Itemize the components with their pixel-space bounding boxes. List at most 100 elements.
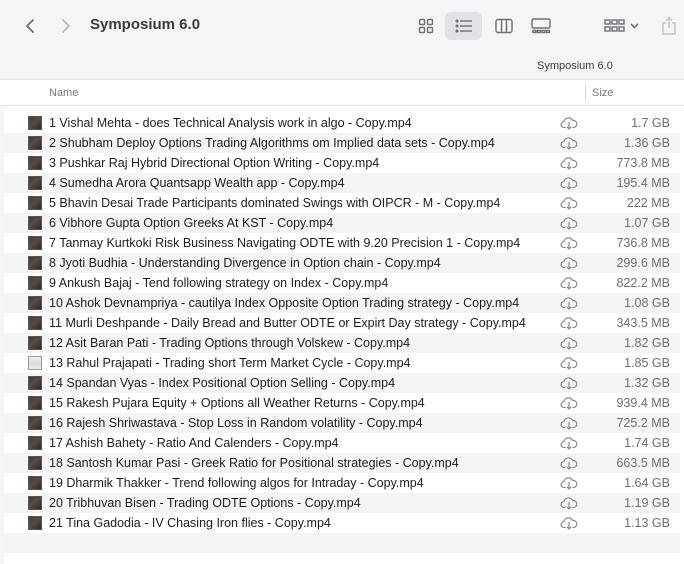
file-row[interactable]: 1 Vishal Mehta - does Technical Analysis… [4, 113, 680, 133]
column-divider[interactable] [585, 85, 586, 101]
file-name: 4 Sumedha Arora Quantsapp Wealth app - C… [49, 176, 345, 190]
video-thumbnail-icon [28, 256, 42, 270]
video-thumbnail-icon [28, 336, 42, 350]
cloud-download-icon[interactable] [560, 156, 578, 170]
video-thumbnail-icon [28, 176, 42, 190]
video-thumbnail-icon [28, 516, 42, 530]
column-view-icon [495, 18, 513, 34]
column-view-button[interactable] [490, 12, 518, 40]
file-name: 11 Murli Deshpande - Daily Bread and But… [49, 316, 526, 330]
group-by-button[interactable] [602, 12, 642, 40]
video-thumbnail-icon [28, 416, 42, 430]
cloud-download-icon[interactable] [560, 176, 578, 190]
file-name: 21 Tina Gadodia - IV Chasing Iron flies … [49, 516, 331, 530]
file-name: 18 Santosh Kumar Pasi - Greek Ratio for … [49, 456, 459, 470]
file-name: 9 Ankush Bajaj - Tend following strategy… [49, 276, 389, 290]
cloud-download-icon[interactable] [560, 516, 578, 530]
video-thumbnail-icon [28, 496, 42, 510]
file-size: 343.5 MB [616, 316, 670, 330]
file-size: 222 MB [626, 196, 670, 210]
group-by-icon [604, 19, 639, 32]
file-size: 725.2 MB [616, 416, 670, 430]
file-name: 6 Vibhore Gupta Option Greeks At KST - C… [49, 216, 334, 230]
video-thumbnail-icon [28, 296, 42, 310]
cloud-download-icon[interactable] [560, 496, 578, 510]
video-thumbnail-icon [28, 236, 42, 250]
cloud-download-icon[interactable] [560, 336, 578, 350]
chevron-left-icon [26, 19, 34, 33]
file-row[interactable]: 9 Ankush Bajaj - Tend following strategy… [4, 273, 680, 293]
icon-view-button[interactable] [412, 12, 440, 40]
file-row[interactable]: 11 Murli Deshpande - Daily Bread and But… [4, 313, 680, 333]
file-row[interactable]: 8 Jyoti Budhia - Understanding Divergenc… [4, 253, 680, 273]
file-size: 1.7 GB [631, 116, 670, 130]
file-size: 299.6 MB [616, 256, 670, 270]
file-row[interactable]: 17 Ashish Bahety - Ratio And Calenders -… [4, 433, 680, 453]
column-header: Name Size [0, 80, 684, 106]
empty-row [4, 533, 680, 553]
cloud-download-icon[interactable] [560, 356, 578, 370]
file-size: 1.13 GB [624, 516, 670, 530]
list-view-button[interactable] [445, 12, 482, 40]
file-row[interactable]: 2 Shubham Deploy Options Trading Algorit… [4, 133, 680, 153]
file-row[interactable]: 20 Tribhuvan Bisen - Trading ODTE Option… [4, 493, 680, 513]
file-size: 822.2 MB [616, 276, 670, 290]
file-row[interactable]: 21 Tina Gadodia - IV Chasing Iron flies … [4, 513, 680, 533]
file-name: 8 Jyoti Budhia - Understanding Divergenc… [49, 256, 441, 270]
file-row[interactable]: 19 Dharmik Thakker - Trend following alg… [4, 473, 680, 493]
file-size: 939.4 MB [616, 396, 670, 410]
file-row[interactable]: 18 Santosh Kumar Pasi - Greek Ratio for … [4, 453, 680, 473]
finder-window: Symposium 6.0 Symposium 6.0 Name Size 1 … [0, 0, 684, 564]
file-row[interactable]: 12 Asit Baran Pati - Trading Options thr… [4, 333, 680, 353]
cloud-download-icon[interactable] [560, 316, 578, 330]
file-row[interactable]: 7 Tanmay Kurtkoki Risk Business Navigati… [4, 233, 680, 253]
video-thumbnail-icon [28, 456, 42, 470]
window-title: Symposium 6.0 [90, 16, 201, 33]
gallery-view-button[interactable] [527, 12, 555, 40]
file-size: 1.74 GB [624, 436, 670, 450]
cloud-download-icon[interactable] [560, 416, 578, 430]
file-size: 736.8 MB [616, 236, 670, 250]
video-thumbnail-icon [28, 196, 42, 210]
file-name: 3 Pushkar Raj Hybrid Directional Option … [49, 156, 380, 170]
name-column-header[interactable]: Name [49, 87, 78, 99]
path-bar-label: Symposium 6.0 [537, 60, 613, 72]
icon-view-icon [418, 18, 434, 34]
path-bar: Symposium 6.0 [0, 52, 684, 80]
cloud-download-icon[interactable] [560, 256, 578, 270]
cloud-download-icon[interactable] [560, 196, 578, 210]
file-row[interactable]: 3 Pushkar Raj Hybrid Directional Option … [4, 153, 680, 173]
cloud-download-icon[interactable] [560, 216, 578, 230]
cloud-download-icon[interactable] [560, 396, 578, 410]
file-name: 17 Ashish Bahety - Ratio And Calenders -… [49, 436, 339, 450]
file-row[interactable]: 4 Sumedha Arora Quantsapp Wealth app - C… [4, 173, 680, 193]
file-row[interactable]: 13 Rahul Prajapati - Trading short Term … [4, 353, 680, 373]
file-row[interactable]: 15 Rakesh Pujara Equity + Options all We… [4, 393, 680, 413]
back-button[interactable] [19, 14, 41, 38]
forward-button[interactable] [55, 14, 77, 38]
file-row[interactable]: 10 Ashok Devnampriya - cautilya Index Op… [4, 293, 680, 313]
cloud-download-icon[interactable] [560, 456, 578, 470]
file-size: 1.19 GB [624, 496, 670, 510]
cloud-download-icon[interactable] [560, 376, 578, 390]
cloud-download-icon[interactable] [560, 296, 578, 310]
file-row[interactable]: 6 Vibhore Gupta Option Greeks At KST - C… [4, 213, 680, 233]
file-name: 20 Tribhuvan Bisen - Trading ODTE Option… [49, 496, 361, 510]
size-column-header[interactable]: Size [592, 87, 613, 99]
cloud-download-icon[interactable] [560, 436, 578, 450]
file-row[interactable]: 16 Rajesh Shriwastava - Stop Loss in Ran… [4, 413, 680, 433]
cloud-download-icon[interactable] [560, 116, 578, 130]
file-size: 1.64 GB [624, 476, 670, 490]
cloud-download-icon[interactable] [560, 136, 578, 150]
video-thumbnail-icon [28, 436, 42, 450]
video-thumbnail-icon [28, 396, 42, 410]
file-name: 7 Tanmay Kurtkoki Risk Business Navigati… [49, 236, 521, 250]
file-row[interactable]: 14 Spandan Vyas - Index Positional Optio… [4, 373, 680, 393]
file-name: 12 Asit Baran Pati - Trading Options thr… [49, 336, 411, 350]
cloud-download-icon[interactable] [560, 476, 578, 490]
file-size: 1.08 GB [624, 296, 670, 310]
cloud-download-icon[interactable] [560, 236, 578, 250]
cloud-download-icon[interactable] [560, 276, 578, 290]
file-row[interactable]: 5 Bhavin Desai Trade Participants domina… [4, 193, 680, 213]
share-button[interactable] [658, 12, 680, 40]
